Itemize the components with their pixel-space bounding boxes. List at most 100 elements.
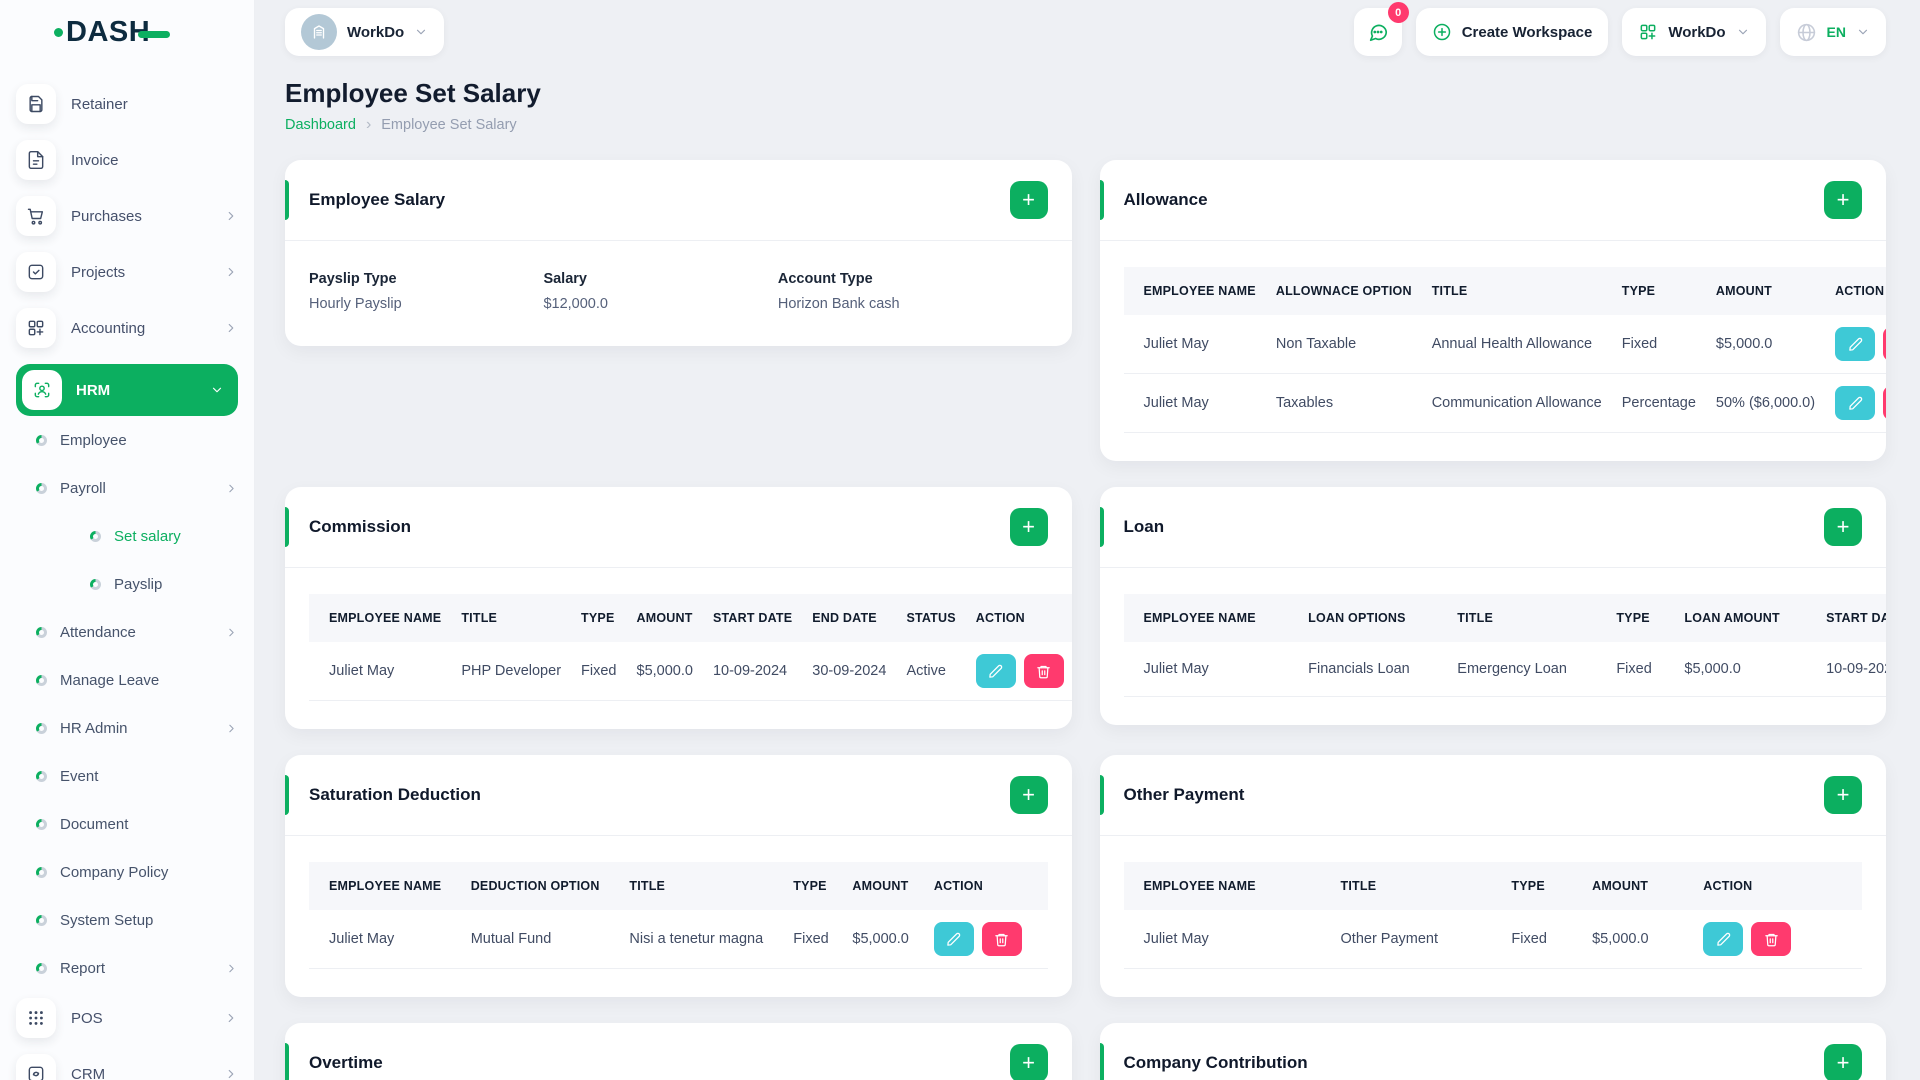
- sidebar-item-label: System Setup: [60, 911, 154, 929]
- overtime-card: Overtime: [285, 1023, 1072, 1080]
- breadcrumb: Dashboard Employee Set Salary: [285, 116, 1886, 134]
- breadcrumb-current: Employee Set Salary: [381, 117, 517, 133]
- messages-button[interactable]: 0: [1353, 2, 1409, 56]
- bullet-icon: [36, 962, 47, 974]
- sidebar-item-attendance[interactable]: Attendance: [16, 612, 238, 652]
- table-row: Juliet May Taxables Communication Allowanc…: [1123, 373, 1886, 433]
- column-header: AMOUNT: [1582, 862, 1694, 910]
- field-label: Account Type: [777, 271, 873, 287]
- sidebar-item-system-setup[interactable]: System Setup: [16, 900, 238, 940]
- sidebar: DASH Retainer Invoice Purchases Projects…: [0, 0, 255, 1080]
- workspace-avatar: [301, 14, 337, 50]
- field-label: Payslip Type: [309, 271, 397, 287]
- action-cell: [1693, 910, 1862, 969]
- action-cell: [1825, 315, 1886, 374]
- pencil-icon: [989, 664, 1003, 678]
- table-cell: $5,000.0: [626, 642, 703, 701]
- add-allowance-button[interactable]: [1824, 181, 1862, 219]
- sidebar-item-employee[interactable]: Employee: [16, 420, 238, 460]
- sidebar-item-hrm[interactable]: HRM: [16, 364, 238, 416]
- sidebar-item-retainer[interactable]: Retainer: [16, 84, 238, 124]
- table-cell: Non Taxable: [1265, 315, 1422, 374]
- sidebar-item-pos[interactable]: POS: [16, 998, 238, 1038]
- sidebar-item-report[interactable]: Report: [16, 948, 238, 988]
- add-saturation-deduction-button[interactable]: [1009, 776, 1048, 814]
- workspace-menu[interactable]: WorkDo: [1622, 8, 1766, 56]
- delete-button[interactable]: [1883, 327, 1886, 361]
- other-payment-card: Other Payment EMPLOYEE NAMETITLETYPEAMOU…: [1099, 755, 1887, 997]
- sidebar-item-invoice[interactable]: Invoice: [16, 140, 238, 180]
- delete-button[interactable]: [981, 922, 1022, 956]
- column-header: START DATE: [702, 594, 803, 642]
- column-header: TYPE: [571, 594, 627, 642]
- chevron-right-icon: [225, 722, 238, 735]
- edit-button[interactable]: [933, 922, 974, 956]
- column-header: TYPE: [1611, 267, 1706, 315]
- trash-icon: [1037, 665, 1051, 678]
- bullet-icon: [36, 674, 47, 686]
- bullet-icon: [90, 530, 101, 542]
- sidebar-item-purchases[interactable]: Purchases: [16, 196, 238, 236]
- column-header: ACTION: [965, 594, 1072, 642]
- bullet-icon: [36, 914, 47, 926]
- delete-button[interactable]: [1023, 654, 1064, 688]
- sidebar-item-label: Employee: [60, 431, 127, 449]
- sidebar-item-payroll[interactable]: Payroll: [16, 468, 238, 508]
- sidebar-item-event[interactable]: Event: [16, 756, 238, 796]
- add-employee-salary-button[interactable]: [1009, 181, 1048, 219]
- edit-button[interactable]: [1703, 922, 1744, 956]
- sidebar-item-accounting[interactable]: Accounting: [16, 308, 238, 348]
- card-header: Commission: [285, 487, 1072, 568]
- sidebar-item-projects[interactable]: Projects: [16, 252, 238, 292]
- table-cell: Taxables: [1265, 373, 1422, 433]
- field-value: Horizon Bank cash: [777, 296, 900, 312]
- delete-button[interactable]: [1883, 386, 1886, 420]
- action-cell: [1825, 373, 1886, 433]
- trash-icon: [1765, 933, 1778, 946]
- workspace-switcher[interactable]: WorkDo: [285, 8, 445, 56]
- language-menu[interactable]: EN: [1779, 8, 1886, 56]
- pencil-icon: [1848, 396, 1862, 410]
- sidebar-item-manage-leave[interactable]: Manage Leave: [16, 660, 238, 700]
- edit-button[interactable]: [1835, 327, 1876, 361]
- sidebar-item-label: Projects: [71, 263, 126, 281]
- column-header: EMPLOYEE NAME: [309, 594, 452, 642]
- column-header: EMPLOYEE NAME: [1123, 594, 1299, 642]
- delete-button[interactable]: [1751, 922, 1792, 956]
- add-other-payment-button[interactable]: [1824, 776, 1862, 814]
- chevron-down-icon: [210, 383, 224, 397]
- projects-icon: [16, 252, 56, 292]
- sidebar-item-crm[interactable]: CRM: [16, 1054, 238, 1080]
- add-commission-button[interactable]: [1009, 508, 1048, 546]
- field-value: Hourly Payslip: [309, 296, 402, 312]
- table-cell: $5,000.0: [1674, 642, 1817, 697]
- add-company-contribution-button[interactable]: [1824, 1044, 1862, 1080]
- allowance-card: Allowance EMPLOYEE NAMEALLOWNACE OPTIONT…: [1099, 160, 1886, 461]
- table-cell: Juliet May: [309, 910, 461, 969]
- edit-button[interactable]: [1835, 386, 1876, 420]
- table-cell: $5,000.0: [1705, 315, 1826, 374]
- table-cell: Fixed: [571, 642, 627, 701]
- edit-button[interactable]: [975, 654, 1016, 688]
- sidebar-item-set-salary[interactable]: Set salary: [16, 516, 238, 556]
- sidebar-item-label: POS: [71, 1009, 103, 1027]
- create-workspace-button[interactable]: Create Workspace: [1415, 8, 1609, 56]
- logo[interactable]: DASH: [0, 0, 254, 64]
- bullet-icon: [36, 482, 47, 494]
- sidebar-item-company-policy[interactable]: Company Policy: [16, 852, 238, 892]
- sidebar-item-hr-admin[interactable]: HR Admin: [16, 708, 238, 748]
- column-header: DEDUCTION OPTION: [460, 862, 620, 910]
- table-cell: $5,000.0: [1582, 910, 1694, 969]
- table-cell: PHP Developer: [451, 642, 572, 701]
- employee-salary-card: Employee Salary Payslip Type Hourly Pays…: [285, 160, 1072, 346]
- sidebar-item-payslip[interactable]: Payslip: [16, 564, 238, 604]
- table-cell: Juliet May: [1123, 373, 1266, 433]
- sidebar-item-document[interactable]: Document: [16, 804, 238, 844]
- add-overtime-button[interactable]: [1009, 1044, 1048, 1080]
- other-payment-table: EMPLOYEE NAME TITLE TYPE AMOUNT ACTION Juliet…: [1100, 836, 1887, 997]
- add-loan-button[interactable]: [1824, 508, 1862, 546]
- table-cell: 30-09-2024: [802, 642, 897, 701]
- breadcrumb-home-link[interactable]: Dashboard: [285, 117, 356, 133]
- table-cell: Percentage: [1611, 373, 1706, 433]
- column-header: ALLOWNACE OPTION: [1265, 267, 1422, 315]
